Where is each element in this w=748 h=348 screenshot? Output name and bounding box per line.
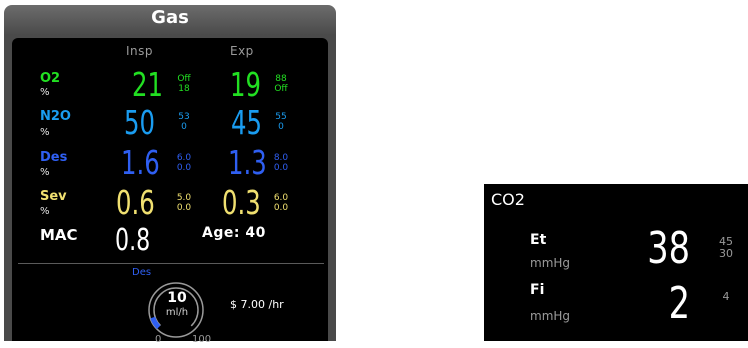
exp-value: 45 bbox=[231, 103, 262, 142]
co2-param-name: Et bbox=[530, 232, 547, 248]
insp-high-limit: 6.0 bbox=[176, 153, 192, 163]
gas-panel-title: Gas bbox=[151, 7, 189, 28]
exp-value: 0.3 bbox=[222, 183, 261, 222]
gas-unit: % bbox=[40, 167, 50, 178]
exp-column-header: Exp bbox=[230, 44, 254, 58]
gas-unit: % bbox=[40, 206, 50, 217]
exp-low-limit: 0 bbox=[278, 122, 284, 132]
consumption-gauge[interactable]: 10 ml/h 0 100 bbox=[138, 278, 218, 345]
insp-low-limit: 0.0 bbox=[176, 163, 192, 173]
consumption-unit: ml/h bbox=[165, 307, 189, 318]
gas-name: Sev bbox=[40, 189, 67, 204]
co2-value: 38 bbox=[647, 223, 690, 274]
co2-param-unit: mmHg bbox=[530, 256, 571, 270]
insp-high-limit: 53 bbox=[178, 112, 190, 122]
co2-value: 2 bbox=[668, 278, 690, 329]
co2-high-limit: 4 bbox=[722, 290, 730, 303]
exp-high-limit: 88 bbox=[275, 74, 287, 84]
exp-low-limit: Off bbox=[274, 84, 288, 94]
exp-value: 1.3 bbox=[228, 143, 267, 182]
patient-age: Age: 40 bbox=[202, 225, 266, 241]
exp-high-limit: 8.0 bbox=[273, 153, 289, 163]
insp-column-header: Insp bbox=[126, 44, 154, 58]
gauge-min: 0 bbox=[155, 334, 162, 345]
gas-name: Des bbox=[40, 150, 68, 165]
mac-value: 0.8 bbox=[115, 223, 151, 258]
gas-unit: % bbox=[40, 87, 50, 98]
insp-low-limit: 18 bbox=[178, 84, 190, 94]
mac-label: MAC bbox=[40, 226, 78, 244]
exp-high-limit: 6.0 bbox=[273, 193, 289, 203]
insp-value: 50 bbox=[124, 103, 155, 142]
exp-low-limit: 0.0 bbox=[273, 163, 289, 173]
insp-high-limit: Off bbox=[177, 74, 191, 84]
exp-value: 19 bbox=[230, 65, 261, 104]
co2-low-limit: 30 bbox=[719, 247, 733, 260]
co2-panel-title: CO2 bbox=[491, 190, 525, 209]
co2-panel[interactable]: CO2 Et mmHg 38 45 30 Fi mmHg 2 4 bbox=[484, 184, 748, 341]
gas-name: N2O bbox=[40, 109, 71, 124]
consumption-agent-label: Des bbox=[132, 267, 152, 278]
agent-cost: $ 7.00 /hr bbox=[230, 298, 284, 311]
insp-low-limit: 0.0 bbox=[176, 203, 192, 213]
exp-high-limit: 55 bbox=[275, 112, 287, 122]
insp-value: 1.6 bbox=[121, 143, 160, 182]
insp-high-limit: 5.0 bbox=[176, 193, 192, 203]
insp-value: 0.6 bbox=[116, 183, 155, 222]
gas-panel-body: Insp Exp O2 % 21 Off 18 19 88 Off N2O % … bbox=[12, 38, 328, 345]
insp-low-limit: 0 bbox=[181, 122, 187, 132]
gas-unit: % bbox=[40, 127, 50, 138]
insp-value: 21 bbox=[132, 65, 163, 104]
consumption-value: 10 bbox=[167, 290, 187, 306]
gauge-max: 100 bbox=[192, 334, 212, 345]
co2-param-unit: mmHg bbox=[530, 309, 571, 323]
gas-panel[interactable]: Gas Insp Exp O2 % 21 Off 18 19 88 Off N2… bbox=[4, 5, 336, 345]
divider bbox=[18, 263, 324, 264]
co2-param-name: Fi bbox=[530, 282, 545, 298]
exp-low-limit: 0.0 bbox=[273, 203, 289, 213]
gas-name: O2 bbox=[40, 71, 61, 86]
